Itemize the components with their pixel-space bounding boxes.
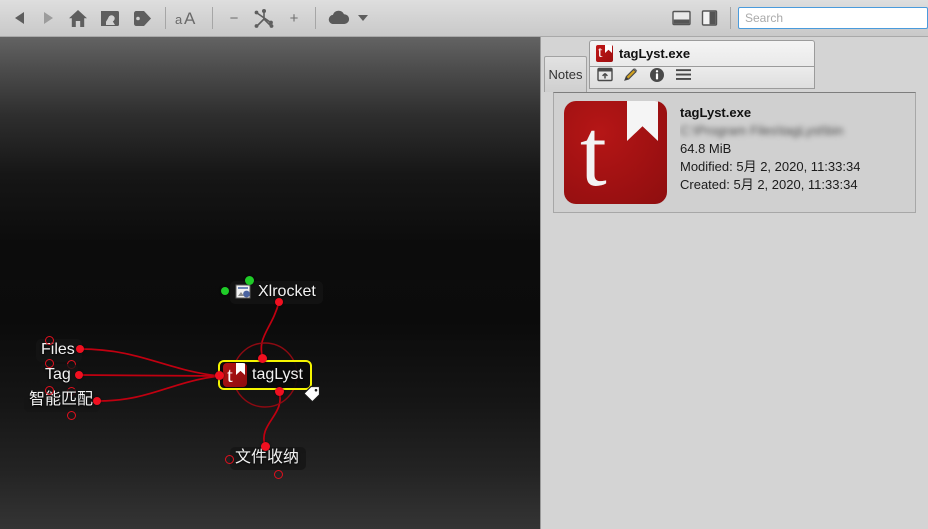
taglyst-app-icon-large: t bbox=[564, 101, 667, 204]
home-icon bbox=[69, 9, 87, 27]
tag-icon bbox=[134, 10, 151, 26]
file-modified: Modified: 5月 2, 2020, 11:33:34 bbox=[680, 159, 861, 174]
graph-view-button[interactable] bbox=[249, 4, 279, 32]
connector-taglyst-left[interactable] bbox=[215, 371, 224, 380]
connector-taglyst-top[interactable] bbox=[258, 354, 267, 363]
connector-files-right[interactable] bbox=[76, 345, 84, 353]
picture-tag-button[interactable] bbox=[95, 4, 125, 32]
body-row: Xlrocket Files Tag 智能匹配 t tagLyst 文件收纳 N… bbox=[0, 37, 928, 529]
svg-text:A: A bbox=[184, 9, 196, 27]
file-metadata: tagLyst.exe C:\Program Files\tagLyst\bin… bbox=[680, 101, 860, 204]
graph-node-tag[interactable]: Tag bbox=[40, 364, 78, 387]
file-name: tagLyst.exe bbox=[680, 105, 752, 120]
connector-tag-right[interactable] bbox=[75, 371, 83, 379]
taglyst-app-icon: t bbox=[596, 44, 613, 62]
tab-notes[interactable]: Notes bbox=[544, 56, 587, 92]
right-panel: Notes t tagLyst.exe t tagLyst.exe C:\Pro… bbox=[540, 37, 928, 529]
connector-smart-right[interactable] bbox=[93, 397, 101, 405]
layout-bottom-panel-button[interactable] bbox=[668, 4, 694, 32]
file-size: 64.8 MiB bbox=[680, 141, 732, 156]
triangle-right-icon bbox=[44, 12, 53, 24]
main-toolbar: a A − + bbox=[0, 0, 928, 37]
forward-button[interactable] bbox=[35, 4, 61, 32]
connector-smart-bottom[interactable] bbox=[67, 411, 76, 420]
connector-xlrocket-bottom[interactable] bbox=[275, 298, 283, 306]
search-input[interactable] bbox=[738, 7, 928, 29]
connector-folder-top[interactable] bbox=[261, 442, 270, 451]
image-tag-icon bbox=[100, 10, 119, 26]
open-external-button[interactable] bbox=[597, 67, 613, 87]
toolbar-divider-4 bbox=[730, 7, 731, 29]
pencil-icon bbox=[624, 68, 638, 82]
tab-header: t tagLyst.exe bbox=[590, 41, 814, 66]
connector-folder-bottom[interactable] bbox=[274, 470, 283, 479]
font-size-icon: a A bbox=[175, 9, 196, 27]
graph-node-label: 智能匹配 bbox=[29, 391, 94, 408]
cloud-button[interactable] bbox=[324, 4, 354, 32]
back-button[interactable] bbox=[7, 4, 33, 32]
tab-title: tagLyst.exe bbox=[619, 45, 691, 61]
tab-notes-label: Notes bbox=[548, 67, 583, 82]
plus-icon: + bbox=[289, 9, 299, 27]
tag-cursor-icon bbox=[303, 385, 321, 403]
network-graph-icon bbox=[254, 9, 274, 28]
toolbar-divider-1 bbox=[165, 7, 166, 29]
font-size-button[interactable]: a A bbox=[174, 4, 204, 32]
layout-side-panel-button[interactable] bbox=[696, 4, 722, 32]
connector-smart-top[interactable] bbox=[45, 386, 54, 395]
info-button[interactable] bbox=[649, 67, 665, 88]
info-circle-icon bbox=[650, 67, 664, 82]
graph-node-taglyst[interactable]: t tagLyst bbox=[218, 360, 312, 390]
connector-taglyst-bottom[interactable] bbox=[275, 387, 284, 396]
cloud-icon bbox=[328, 10, 350, 24]
graph-node-smart-match[interactable]: 智能匹配 bbox=[24, 389, 101, 412]
edge-smart-taglyst bbox=[97, 375, 220, 402]
chevron-down-icon[interactable] bbox=[358, 15, 368, 21]
document-icon bbox=[235, 284, 253, 300]
connector-xlrocket-left[interactable] bbox=[221, 287, 229, 295]
graph-node-label: Xlrocket bbox=[258, 283, 316, 300]
edit-button[interactable] bbox=[623, 67, 639, 87]
toolbar-divider-3 bbox=[315, 7, 316, 29]
edge-files-taglyst bbox=[79, 348, 220, 377]
connector-tag-top[interactable] bbox=[45, 359, 54, 368]
file-path-redacted: C:\Program Files\tagLyst\bin bbox=[680, 123, 844, 138]
toolbar-divider-2 bbox=[212, 7, 213, 29]
menu-button[interactable] bbox=[675, 68, 692, 86]
home-button[interactable] bbox=[63, 4, 93, 32]
taglyst-app-icon: t bbox=[223, 363, 247, 387]
connector-xlrocket-top[interactable] bbox=[245, 276, 254, 285]
application-window: a A − + Search Xlrocket Files Tag 智能匹配 t… bbox=[0, 0, 928, 529]
tag-button[interactable] bbox=[127, 4, 157, 32]
graph-node-label: 文件收纳 bbox=[235, 449, 300, 466]
graph-canvas[interactable]: Xlrocket Files Tag 智能匹配 t tagLyst 文件收纳 bbox=[0, 37, 540, 529]
panel-side-icon bbox=[701, 10, 717, 26]
tab-toolbar bbox=[590, 65, 814, 88]
tab-taglyst-exe[interactable]: t tagLyst.exe bbox=[589, 40, 815, 89]
graph-node-files[interactable]: Files bbox=[36, 339, 82, 362]
svg-text:a: a bbox=[175, 12, 183, 27]
hamburger-menu-icon bbox=[676, 69, 691, 81]
panel-content: t tagLyst.exe C:\Program Files\tagLyst\b… bbox=[541, 92, 928, 529]
triangle-left-icon bbox=[15, 12, 24, 24]
edge-xlrocket-taglyst bbox=[260, 301, 280, 360]
zoom-out-button[interactable]: − bbox=[221, 4, 247, 32]
graph-node-label: tagLyst bbox=[252, 366, 303, 383]
graph-node-label: Tag bbox=[45, 366, 71, 383]
open-external-icon bbox=[597, 68, 613, 82]
tab-strip: Notes t tagLyst.exe bbox=[541, 37, 928, 92]
file-info-card[interactable]: t tagLyst.exe C:\Program Files\tagLyst\b… bbox=[553, 92, 916, 213]
minus-icon: − bbox=[229, 9, 239, 27]
edge-taglyst-folder bbox=[263, 390, 281, 447]
file-created: Created: 5月 2, 2020, 11:33:34 bbox=[680, 177, 858, 192]
zoom-in-button[interactable]: + bbox=[281, 4, 307, 32]
edge-tag-taglyst bbox=[79, 374, 220, 377]
panel-bottom-icon bbox=[671, 10, 691, 26]
connector-files-top[interactable] bbox=[45, 336, 54, 345]
connector-folder-left[interactable] bbox=[225, 455, 234, 464]
graph-node-file-storage[interactable]: 文件收纳 bbox=[230, 447, 307, 470]
